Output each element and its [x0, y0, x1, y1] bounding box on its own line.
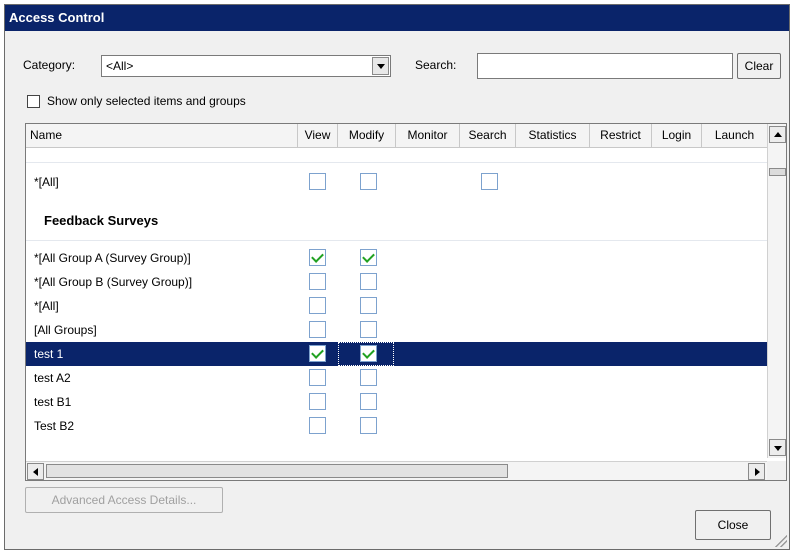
row-name: test A2	[34, 371, 71, 385]
vertical-scrollbar[interactable]	[767, 124, 786, 458]
row-name: test 1	[34, 347, 64, 361]
row-name: *[All]	[34, 299, 59, 313]
modify-checkbox[interactable]	[360, 393, 377, 410]
column-header-login[interactable]: Login	[652, 124, 702, 147]
category-dropdown[interactable]: <All>	[101, 55, 391, 77]
modify-checkbox[interactable]	[360, 321, 377, 338]
group-header: Feedback Surveys	[44, 213, 159, 228]
modify-checkbox[interactable]	[360, 297, 377, 314]
modify-checkbox[interactable]	[360, 273, 377, 290]
scroll-right-button[interactable]	[748, 463, 765, 480]
column-header-search[interactable]: Search	[460, 124, 516, 147]
modify-checkbox[interactable]	[360, 173, 377, 190]
modify-checkbox[interactable]	[360, 369, 377, 386]
row-separator	[26, 240, 768, 241]
search-input[interactable]	[477, 53, 733, 79]
table-row[interactable]: Test B2	[26, 414, 768, 438]
view-checkbox[interactable]	[309, 273, 326, 290]
vertical-scroll-thumb[interactable]	[769, 168, 786, 176]
column-header-view[interactable]: View	[298, 124, 338, 147]
row-name: Test B2	[34, 419, 75, 433]
column-header-modify[interactable]: Modify	[338, 124, 396, 147]
arrow-down-icon	[774, 446, 782, 451]
table-row[interactable]: *[All Group A (Survey Group)]	[26, 246, 768, 270]
search-label: Search:	[415, 58, 457, 72]
category-label: Category:	[23, 58, 76, 72]
dropdown-arrow-icon[interactable]	[372, 57, 389, 75]
arrow-left-icon	[33, 468, 38, 476]
column-header-launch[interactable]: Launch	[702, 124, 768, 147]
row-name: *[All Group B (Survey Group)]	[34, 275, 193, 289]
arrow-right-icon	[755, 468, 760, 476]
table-row[interactable]: [All Groups]	[26, 318, 768, 342]
column-header-monitor[interactable]: Monitor	[396, 124, 460, 147]
category-value: <All>	[106, 59, 134, 73]
access-control-dialog: Access Control Category: <All> Search: C…	[4, 4, 790, 550]
table-row[interactable]: *[All]	[26, 294, 768, 318]
clear-button[interactable]: Clear	[737, 53, 781, 79]
horizontal-scrollbar[interactable]	[26, 461, 768, 480]
scroll-up-button[interactable]	[769, 126, 786, 143]
arrow-up-icon	[774, 132, 782, 137]
view-checkbox[interactable]	[309, 369, 326, 386]
row-name: *[All Group A (Survey Group)]	[34, 251, 191, 265]
grid-header: Name View Modify Monitor Search Statisti…	[26, 124, 768, 148]
row-separator	[26, 162, 768, 163]
advanced-access-details-button[interactable]: Advanced Access Details...	[25, 487, 223, 513]
resize-grip-icon[interactable]	[775, 535, 787, 547]
dialog-title: Access Control	[5, 5, 789, 31]
table-row[interactable]: *[All Group B (Survey Group)]	[26, 270, 768, 294]
scrollbar-corner	[767, 461, 786, 480]
view-checkbox[interactable]	[309, 173, 326, 190]
column-header-statistics[interactable]: Statistics	[516, 124, 590, 147]
show-selected-label: Show only selected items and groups	[47, 94, 246, 108]
show-selected-checkbox[interactable]	[27, 95, 40, 108]
view-checkbox[interactable]	[309, 345, 326, 362]
horizontal-scroll-thumb[interactable]	[46, 464, 508, 478]
modify-checkbox[interactable]	[360, 249, 377, 266]
view-checkbox[interactable]	[309, 249, 326, 266]
table-row[interactable]: test A2	[26, 366, 768, 390]
close-button[interactable]: Close	[695, 510, 771, 540]
view-checkbox[interactable]	[309, 393, 326, 410]
column-header-name[interactable]: Name	[26, 124, 298, 147]
scroll-down-button[interactable]	[769, 439, 786, 456]
table-row[interactable]: *[All]	[26, 170, 768, 194]
row-name: [All Groups]	[34, 323, 97, 337]
view-checkbox[interactable]	[309, 321, 326, 338]
modify-checkbox[interactable]	[360, 345, 377, 362]
column-header-restrict[interactable]: Restrict	[590, 124, 652, 147]
table-row[interactable]: test B1	[26, 390, 768, 414]
row-name: *[All]	[34, 175, 59, 189]
view-checkbox[interactable]	[309, 417, 326, 434]
table-row-selected[interactable]: test 1	[26, 342, 768, 366]
row-name: test B1	[34, 395, 72, 409]
access-grid: Name View Modify Monitor Search Statisti…	[25, 123, 787, 481]
modify-checkbox[interactable]	[360, 417, 377, 434]
search-checkbox[interactable]	[481, 173, 498, 190]
view-checkbox[interactable]	[309, 297, 326, 314]
scroll-left-button[interactable]	[27, 463, 44, 480]
